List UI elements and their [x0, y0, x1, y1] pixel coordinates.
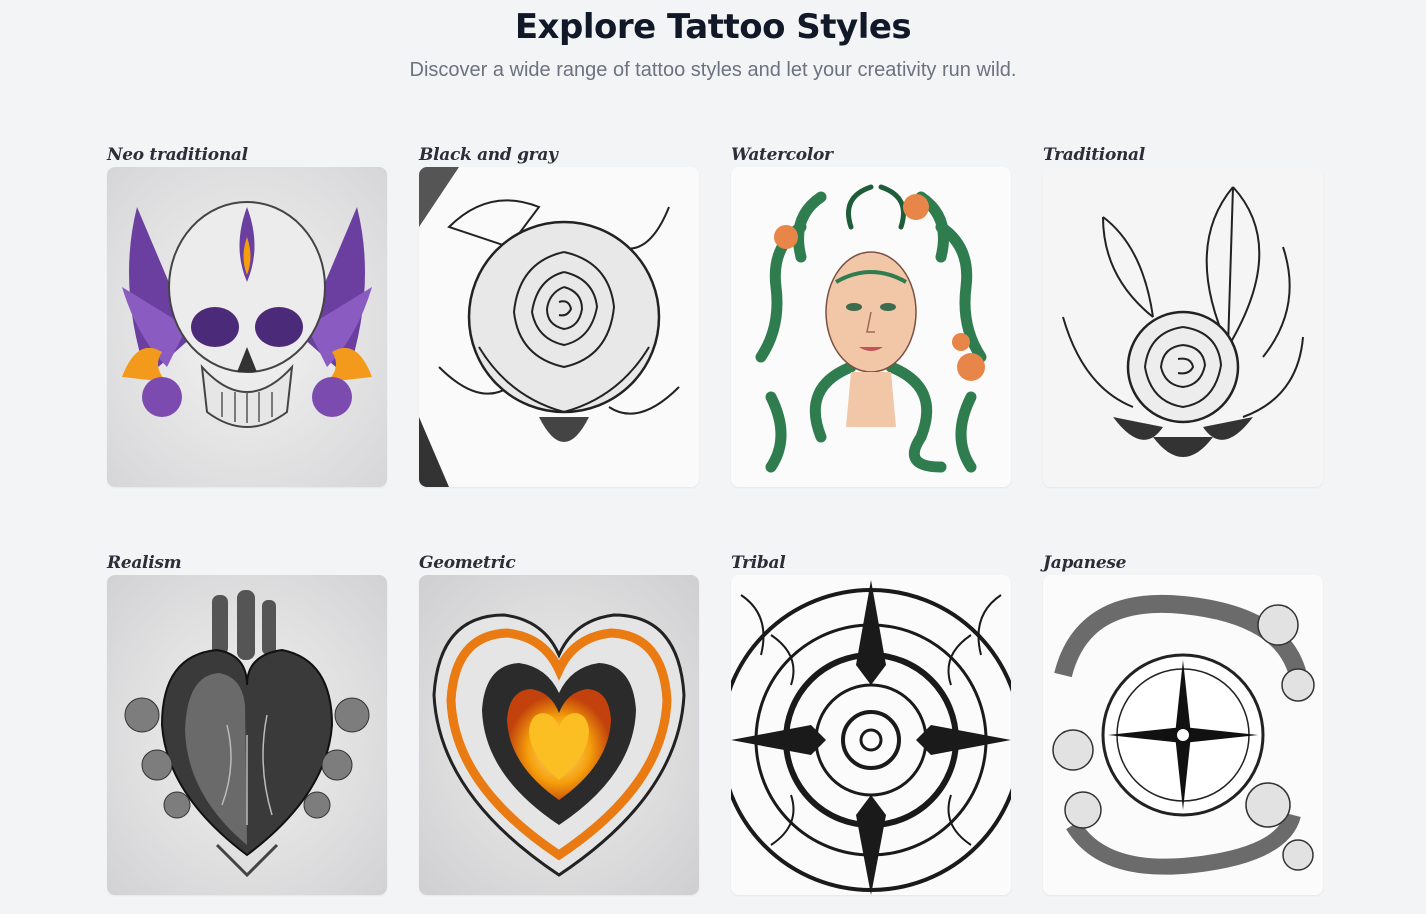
style-card-label: Watercolor	[731, 145, 833, 165]
style-card-label: Traditional	[1043, 145, 1145, 165]
style-card-label: Black and gray	[419, 145, 558, 165]
style-card-label: Japanese	[1043, 553, 1127, 573]
style-card-japanese[interactable]: Japanese	[1043, 551, 1323, 895]
ornate-heart-tattoo-image[interactable]	[419, 575, 699, 895]
tribal-mandala-tattoo-image[interactable]	[731, 575, 1011, 895]
page-subtitle: Discover a wide range of tattoo styles a…	[409, 59, 1017, 81]
style-card-label: Realism	[107, 553, 182, 573]
compass-dragon-tattoo-image[interactable]	[1043, 575, 1323, 895]
style-card-neo-traditional[interactable]: Neo traditional	[107, 143, 387, 487]
style-card-label: Geometric	[419, 553, 516, 573]
style-card-tribal[interactable]: Tribal	[731, 551, 1011, 895]
style-card-black-and-gray[interactable]: Black and gray	[419, 143, 699, 487]
feather-rose-tattoo-image[interactable]	[1043, 167, 1323, 487]
rose-tattoo-image[interactable]	[419, 167, 699, 487]
medusa-tattoo-image[interactable]	[731, 167, 1011, 487]
style-card-label: Tribal	[731, 553, 786, 573]
page-header: Explore Tattoo Styles Discover a wide ra…	[0, 0, 1426, 82]
style-card-label: Neo traditional	[107, 145, 248, 165]
skull-tattoo-image[interactable]	[107, 167, 387, 487]
style-card-traditional[interactable]: Traditional	[1043, 143, 1323, 487]
style-card-geometric[interactable]: Geometric	[419, 551, 699, 895]
style-card-realism[interactable]: Realism	[107, 551, 387, 895]
style-card-watercolor[interactable]: Watercolor	[731, 143, 1011, 487]
anatomical-heart-tattoo-image[interactable]	[107, 575, 387, 895]
page-title: Explore Tattoo Styles	[514, 7, 912, 47]
